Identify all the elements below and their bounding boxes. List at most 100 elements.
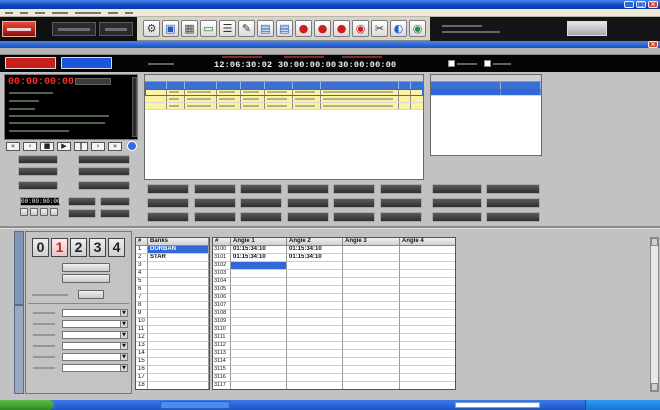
angle-1-cell[interactable] (231, 270, 287, 278)
clip-number-cell[interactable]: 3105 (213, 286, 231, 294)
clip-action-button[interactable] (194, 198, 236, 208)
panel-close-button[interactable]: × (648, 41, 658, 48)
panel-button[interactable] (18, 155, 58, 164)
table-row[interactable]: 2 STAR (136, 254, 209, 262)
toolbar-button[interactable]: ▣ (162, 20, 179, 37)
angle-4-cell[interactable] (400, 270, 455, 278)
playlist-action-button[interactable] (486, 198, 540, 208)
status-button[interactable] (567, 21, 607, 36)
playlist-cell[interactable] (431, 89, 501, 95)
playlist-action-button[interactable] (486, 212, 540, 222)
clip-number-cell[interactable]: 3111 (213, 334, 231, 342)
table-row[interactable]: 3107 (213, 302, 455, 310)
toolbar-button[interactable]: ✂ (371, 20, 388, 37)
clip-number-cell[interactable]: 3102 (213, 262, 231, 270)
panel-button[interactable] (78, 167, 130, 176)
option-dropdown[interactable]: ▼ (62, 320, 128, 328)
bank-number-cell[interactable]: 11 (136, 326, 148, 334)
bank-name-cell[interactable] (148, 334, 209, 342)
bank-number-cell[interactable]: 15 (136, 358, 148, 366)
angle-4-cell[interactable] (400, 294, 455, 302)
stop-button[interactable]: ■ (40, 142, 54, 151)
clip-number-cell[interactable]: 3104 (213, 278, 231, 286)
bank-number-cell[interactable]: 12 (136, 334, 148, 342)
bank-number-cell[interactable]: 4 (136, 270, 148, 278)
bank-number-cell[interactable]: 7 (136, 294, 148, 302)
clip-action-button[interactable] (333, 184, 375, 194)
panel-button[interactable] (100, 197, 130, 206)
clip-cell[interactable] (321, 89, 399, 95)
angle-1-cell[interactable] (231, 302, 287, 310)
column-header[interactable] (293, 82, 321, 89)
angle-2-cell[interactable] (287, 262, 343, 270)
angle-2-cell[interactable] (287, 318, 343, 326)
clip-cell[interactable] (293, 89, 321, 95)
angle-3-cell[interactable] (343, 270, 400, 278)
angle-4-cell[interactable] (400, 286, 455, 294)
clip-cell[interactable] (167, 89, 185, 95)
table-row[interactable]: 3108 (213, 310, 455, 318)
clip-cell[interactable] (293, 103, 321, 109)
clip-cell[interactable] (399, 96, 411, 102)
column-header[interactable]: Angle 1 (231, 238, 287, 246)
table-row[interactable]: 3110 (213, 326, 455, 334)
angle-3-cell[interactable] (343, 382, 400, 389)
clip-number-cell[interactable]: 3108 (213, 310, 231, 318)
bank-number-cell[interactable]: 16 (136, 366, 148, 374)
bank-name-cell[interactable]: DURBAN (148, 246, 209, 254)
table-row[interactable]: 12 (136, 334, 209, 342)
clip-action-button[interactable] (287, 184, 329, 194)
table-row[interactable]: 3111 (213, 334, 455, 342)
toolbar-button[interactable]: ● (333, 20, 350, 37)
table-row[interactable]: 8 (136, 302, 209, 310)
angle-4-cell[interactable] (400, 334, 455, 342)
angle-3-cell[interactable] (343, 374, 400, 382)
table-row[interactable]: 3106 (213, 294, 455, 302)
minimize-button[interactable]: _ (624, 1, 634, 8)
clip-number-cell[interactable]: 3109 (213, 318, 231, 326)
angle-1-cell[interactable]: 01:15:34:10 (231, 246, 287, 254)
step-forward-button[interactable]: › (91, 142, 105, 151)
angle-4-cell[interactable] (400, 326, 455, 334)
side-tab[interactable] (14, 231, 24, 305)
angle-2-cell[interactable]: 01:15:34:10 (287, 246, 343, 254)
column-header[interactable]: Angle 2 (287, 238, 343, 246)
clip-cell[interactable] (321, 96, 399, 102)
toolbar-button[interactable]: ☰ (219, 20, 236, 37)
clip-action-button[interactable] (380, 212, 422, 222)
panel-button[interactable] (78, 181, 130, 190)
bank-name-cell[interactable] (148, 318, 209, 326)
angle-3-cell[interactable] (343, 342, 400, 350)
clip-number-cell[interactable]: 3116 (213, 374, 231, 382)
angle-1-cell[interactable] (231, 286, 287, 294)
clip-cell[interactable] (145, 89, 167, 95)
vertical-scrollbar[interactable] (650, 237, 659, 392)
column-header[interactable] (167, 82, 185, 89)
toolbar-button[interactable]: ● (314, 20, 331, 37)
angle-2-cell[interactable] (287, 358, 343, 366)
panel-button[interactable] (68, 209, 96, 218)
angle-1-cell[interactable] (231, 358, 287, 366)
table-row[interactable]: 17 (136, 374, 209, 382)
angle-3-cell[interactable] (343, 254, 400, 262)
column-header[interactable] (431, 82, 501, 89)
angle-2-cell[interactable] (287, 310, 343, 318)
option-dropdown[interactable]: ▼ (62, 342, 128, 350)
bank-number-cell[interactable]: 17 (136, 374, 148, 382)
table-row[interactable]: 3115 (213, 366, 455, 374)
taskbar-window-button[interactable] (160, 401, 230, 409)
angle-4-cell[interactable] (400, 366, 455, 374)
angle-4-cell[interactable] (400, 310, 455, 318)
table-row[interactable]: 16 (136, 366, 209, 374)
panel-button[interactable] (68, 197, 96, 206)
column-header[interactable] (185, 82, 217, 89)
angle-3-cell[interactable] (343, 358, 400, 366)
angle-3-cell[interactable] (343, 278, 400, 286)
panel-button[interactable] (100, 209, 130, 218)
angle-1-cell[interactable] (231, 374, 287, 382)
clip-cell[interactable] (241, 103, 265, 109)
angle-4-cell[interactable] (400, 342, 455, 350)
bank-number-cell[interactable]: 3 (136, 262, 148, 270)
clip-cell[interactable] (241, 89, 265, 95)
angle-1-cell[interactable] (231, 294, 287, 302)
